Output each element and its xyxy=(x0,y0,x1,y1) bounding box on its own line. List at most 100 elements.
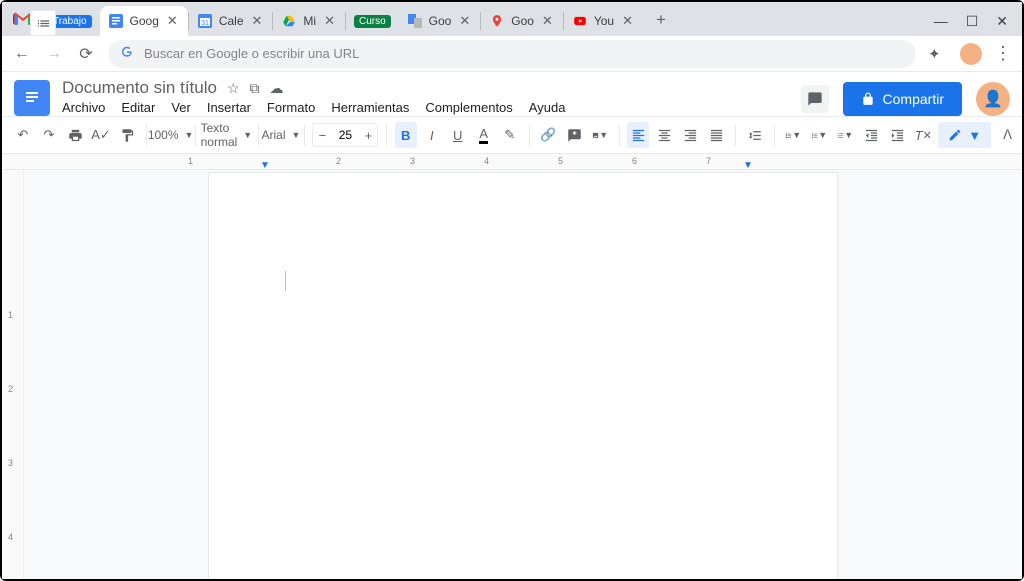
menu-bar: Archivo Editar Ver Insertar Formato Herr… xyxy=(62,100,789,115)
ruler-tick: 4 xyxy=(484,156,489,166)
decrease-indent-button[interactable] xyxy=(860,122,882,148)
close-window-icon[interactable]: ✕ xyxy=(996,13,1008,30)
tab-label: Goo xyxy=(429,14,452,28)
vruler-tick: 1 xyxy=(8,310,13,320)
star-icon[interactable]: ☆ xyxy=(227,80,240,97)
font-dropdown[interactable]: Arial▼ xyxy=(266,122,296,148)
vertical-ruler[interactable]: 1 2 3 4 xyxy=(2,170,24,579)
paint-format-button[interactable] xyxy=(116,122,138,148)
tab-google-docs[interactable]: Goog ✕ xyxy=(100,6,188,36)
horizontal-ruler[interactable]: ▼ 1 2 3 4 5 6 7 ▼ xyxy=(2,154,1022,170)
share-label: Compartir xyxy=(883,91,944,107)
new-tab-button[interactable]: + xyxy=(647,6,675,34)
italic-button[interactable]: I xyxy=(421,122,443,148)
close-tab-icon[interactable]: ✕ xyxy=(457,13,472,29)
close-tab-icon[interactable]: ✕ xyxy=(165,13,180,29)
underline-button[interactable]: U xyxy=(447,122,469,148)
address-bar[interactable]: Buscar en Google o escribir una URL xyxy=(108,40,916,68)
print-button[interactable] xyxy=(64,122,86,148)
maximize-icon[interactable]: ☐ xyxy=(966,13,979,30)
font-size-input[interactable] xyxy=(331,128,359,142)
menu-ayuda[interactable]: Ayuda xyxy=(529,100,566,115)
number-list-button[interactable]: ▼ xyxy=(834,122,856,148)
extensions-icon[interactable]: ✦ xyxy=(928,45,948,63)
menu-herramientas[interactable]: Herramientas xyxy=(331,100,409,115)
style-dropdown[interactable]: Texto normal▼ xyxy=(203,122,249,148)
spellcheck-button[interactable]: A✓ xyxy=(90,122,112,148)
document-title[interactable]: Documento sin título xyxy=(62,78,217,98)
add-comment-button[interactable] xyxy=(563,122,585,148)
checklist-button[interactable]: ▼ xyxy=(782,122,804,148)
menu-insertar[interactable]: Insertar xyxy=(207,100,251,115)
vruler-tick: 3 xyxy=(8,458,13,468)
back-button[interactable]: ← xyxy=(12,45,32,63)
close-tab-icon[interactable]: ✕ xyxy=(620,13,635,29)
move-icon[interactable]: ⧉ xyxy=(250,80,260,97)
omnibox-placeholder: Buscar en Google o escribir una URL xyxy=(144,46,359,61)
tab-drive[interactable]: Mi ✕ xyxy=(273,6,345,36)
link-button[interactable]: 🔗 xyxy=(537,122,559,148)
menu-archivo[interactable]: Archivo xyxy=(62,100,105,115)
share-button[interactable]: Compartir xyxy=(843,82,962,116)
docs-favicon-icon xyxy=(108,13,124,29)
menu-complementos[interactable]: Complementos xyxy=(425,100,512,115)
align-justify-button[interactable] xyxy=(705,122,727,148)
chevron-down-icon: ▼ xyxy=(968,128,981,143)
ruler-tick: 5 xyxy=(558,156,563,166)
account-avatar[interactable]: 👤 xyxy=(976,82,1010,116)
editing-mode-button[interactable]: ▼ xyxy=(938,122,991,148)
undo-button[interactable]: ↶ xyxy=(12,122,34,148)
menu-ver[interactable]: Ver xyxy=(171,100,191,115)
bullet-list-button[interactable]: ▼ xyxy=(808,122,830,148)
docs-title-area: Documento sin título ☆ ⧉ ☁ Archivo Edita… xyxy=(62,78,789,115)
browser-toolbar: ← → ⟳ Buscar en Google o escribir una UR… xyxy=(2,36,1022,72)
svg-text:31: 31 xyxy=(201,20,209,27)
window-controls: — ☐ ✕ xyxy=(934,13,1022,36)
vruler-tick: 2 xyxy=(8,384,13,394)
document-page[interactable] xyxy=(208,172,838,579)
lock-icon xyxy=(861,92,875,106)
minimize-icon[interactable]: — xyxy=(934,13,948,30)
profile-avatar-small[interactable] xyxy=(960,43,982,65)
image-button[interactable]: ▼ xyxy=(589,122,611,148)
ruler-tick: 7 xyxy=(706,156,711,166)
tab-youtube[interactable]: You ✕ xyxy=(564,6,643,36)
collapse-toolbar-icon[interactable]: ᐱ xyxy=(1003,127,1012,143)
tab-maps[interactable]: Goo ✕ xyxy=(481,6,563,36)
tab-curso[interactable]: Curso xyxy=(346,6,399,36)
cloud-status-icon[interactable]: ☁ xyxy=(270,80,284,97)
bold-button[interactable]: B xyxy=(395,122,417,148)
tab-label: You xyxy=(594,14,614,28)
reload-button[interactable]: ⟳ xyxy=(76,44,96,64)
text-color-button[interactable]: A xyxy=(473,122,495,148)
increase-font-button[interactable]: + xyxy=(359,128,377,143)
align-center-button[interactable] xyxy=(653,122,675,148)
align-left-button[interactable] xyxy=(627,122,649,148)
line-spacing-button[interactable] xyxy=(744,122,766,148)
menu-formato[interactable]: Formato xyxy=(267,100,315,115)
increase-indent-button[interactable] xyxy=(886,122,908,148)
tab-translate[interactable]: Goo ✕ xyxy=(399,6,481,36)
chevron-down-icon: ▼ xyxy=(292,130,301,140)
clear-format-button[interactable]: T✕ xyxy=(912,122,934,148)
translate-favicon-icon xyxy=(407,13,423,29)
close-tab-icon[interactable]: ✕ xyxy=(322,13,337,29)
comments-button[interactable] xyxy=(801,85,829,113)
font-size-control: − + xyxy=(312,123,378,147)
browser-menu-icon[interactable]: ⋮ xyxy=(994,43,1012,64)
ruler-tick: 3 xyxy=(410,156,415,166)
close-tab-icon[interactable]: ✕ xyxy=(250,13,265,29)
calendar-favicon-icon: 31 xyxy=(197,13,213,29)
highlight-button[interactable]: ✎ xyxy=(499,122,521,148)
menu-editar[interactable]: Editar xyxy=(121,100,155,115)
align-right-button[interactable] xyxy=(679,122,701,148)
drive-favicon-icon xyxy=(281,13,297,29)
tab-calendar[interactable]: 31 Cale ✕ xyxy=(189,6,273,36)
docs-logo-icon[interactable] xyxy=(14,80,50,116)
redo-button[interactable]: ↷ xyxy=(38,122,60,148)
tab-label: Goo xyxy=(511,14,534,28)
decrease-font-button[interactable]: − xyxy=(313,128,331,143)
vruler-tick: 4 xyxy=(8,532,13,542)
close-tab-icon[interactable]: ✕ xyxy=(540,13,555,29)
zoom-dropdown[interactable]: 100%▼ xyxy=(154,122,187,148)
